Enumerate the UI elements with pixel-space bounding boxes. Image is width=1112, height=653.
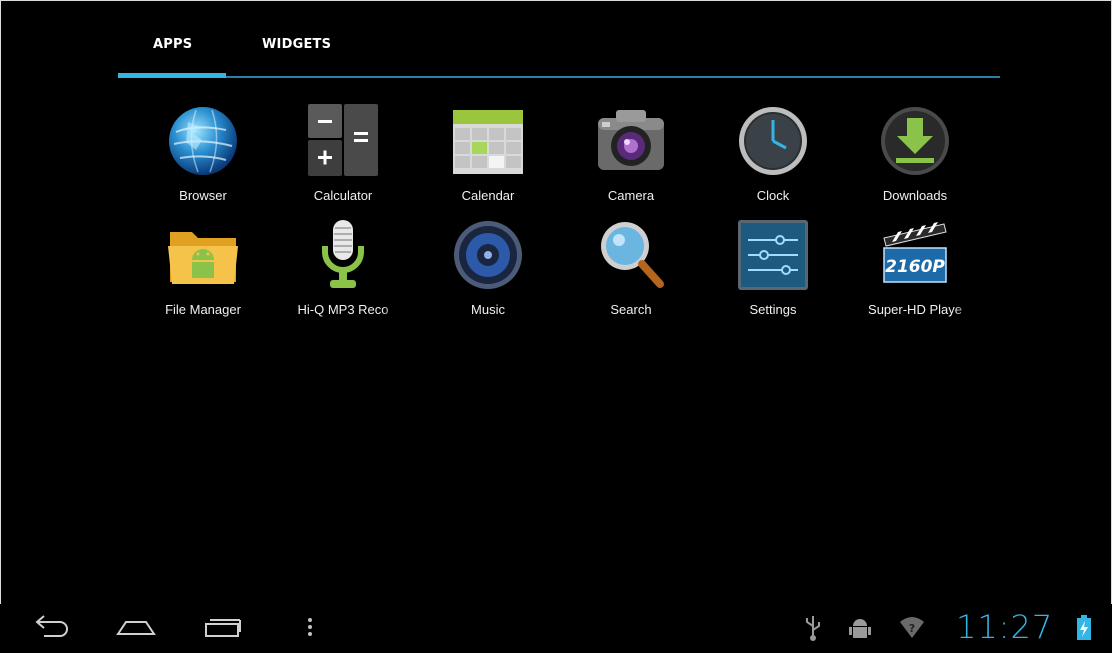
super-hd-badge-text: 2160P	[885, 257, 945, 277]
recent-apps-button-icon[interactable]	[200, 608, 244, 644]
android-debug-icon	[849, 619, 871, 638]
app-label: Calendar	[461, 188, 515, 203]
usb-icon	[806, 616, 820, 641]
app-label: Music	[471, 302, 505, 317]
tab-selected-indicator	[118, 73, 226, 78]
music-icon	[454, 221, 522, 289]
microphone-icon	[322, 220, 364, 288]
camera-icon	[598, 110, 664, 170]
calculator-icon	[308, 104, 378, 176]
search-icon	[601, 222, 664, 288]
menu-overflow-icon[interactable]	[300, 608, 320, 644]
calendar-icon	[453, 110, 523, 174]
status-clock: 11:27	[956, 608, 1054, 646]
settings-icon	[738, 220, 808, 290]
app-label: Calculator	[313, 188, 373, 203]
wifi-icon: ?	[900, 617, 924, 638]
tab-apps[interactable]: APPS	[153, 37, 192, 52]
battery-charging-icon	[1077, 615, 1091, 640]
tab-divider	[118, 76, 1000, 78]
app-label: Super-HD Playe	[868, 302, 962, 317]
app-label: Downloads	[882, 188, 948, 203]
app-label: File Manager	[165, 302, 241, 317]
app-label: Camera	[607, 188, 655, 203]
app-label: Browser	[179, 188, 227, 203]
system-bar	[0, 604, 1112, 653]
home-button-icon[interactable]	[114, 608, 158, 644]
app-label: Search	[610, 302, 652, 317]
tab-widgets[interactable]: WIDGETS	[262, 37, 331, 52]
clock-icon	[739, 107, 807, 175]
app-label: Clock	[756, 188, 790, 203]
super-hd-player-icon: 2160P	[883, 222, 947, 283]
svg-text:?: ?	[909, 622, 915, 635]
back-button-icon[interactable]	[30, 608, 70, 644]
app-label: Settings	[749, 302, 797, 317]
app-label: Hi-Q MP3 Reco	[297, 302, 389, 317]
file-manager-icon	[168, 232, 238, 284]
browser-icon	[169, 107, 237, 175]
downloads-icon	[881, 107, 949, 175]
